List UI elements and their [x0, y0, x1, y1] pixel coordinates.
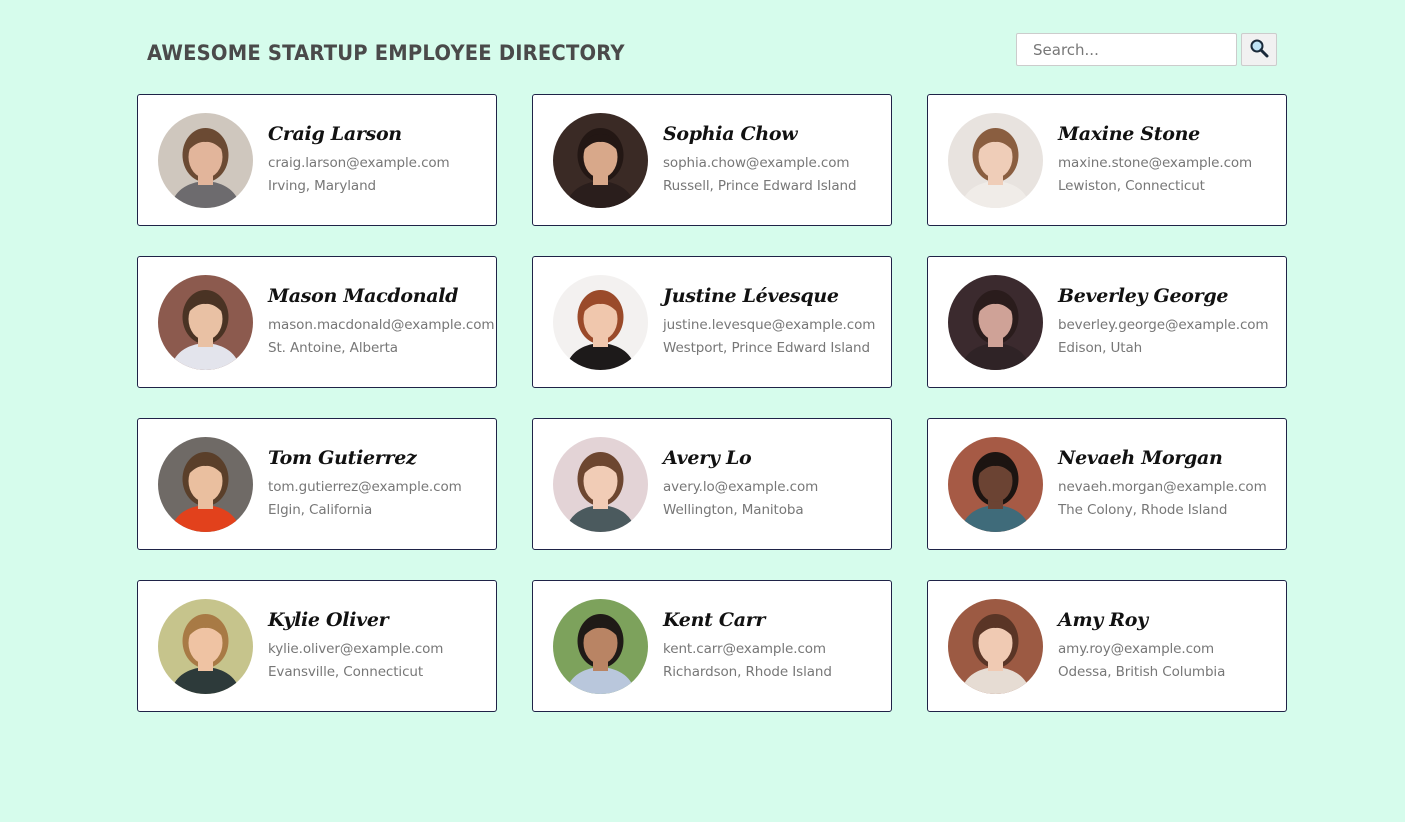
employee-email: beverley.george@example.com [1058, 316, 1269, 333]
employee-name: Avery Lo [663, 446, 752, 469]
employee-name: Beverley George [1058, 284, 1229, 307]
employee-name: Tom Gutierrez [268, 446, 417, 469]
employee-email: maxine.stone@example.com [1058, 154, 1253, 171]
employee-email: sophia.chow@example.com [663, 154, 850, 171]
employee-name: Craig Larson [268, 122, 402, 145]
employee-card[interactable]: Tom Gutierrez tom.gutierrez@example.com El… [137, 418, 497, 550]
employee-info: Nevaeh Morgan nevaeh.morgan@example.com Th… [1058, 447, 1267, 522]
magnifier-icon [1249, 38, 1269, 61]
employee-card[interactable]: Avery Lo avery.lo@example.com Wellington, … [532, 418, 892, 550]
employee-location: Wellington, Manitoba [663, 501, 804, 518]
employee-info: Maxine Stone maxine.stone@example.com Lewi… [1058, 123, 1252, 198]
employee-email: kent.carr@example.com [663, 640, 826, 657]
employee-location: Elgin, California [268, 501, 373, 518]
employee-card[interactable]: Kent Carr kent.carr@example.com Richardson… [532, 580, 892, 712]
employee-location: Evansville, Connecticut [268, 663, 424, 680]
employee-info: Sophia Chow sophia.chow@example.com Russel… [663, 122, 857, 198]
employee-photo [948, 436, 1043, 532]
employee-info: Beverley George beverley.george@example.c… [1058, 285, 1269, 360]
employee-card[interactable]: Beverley George beverley.george@example.c… [927, 256, 1287, 388]
employee-name: Kylie Oliver [268, 608, 389, 631]
search-form [1016, 33, 1277, 66]
employee-email: tom.gutierrez@example.com [268, 478, 462, 495]
search-button[interactable] [1241, 33, 1277, 66]
employee-card[interactable]: Amy Roy amy.roy@example.com Odessa, Britis… [927, 580, 1287, 712]
employee-name: Kent Carr [663, 608, 766, 631]
employee-card[interactable]: Nevaeh Morgan nevaeh.morgan@example.com Th… [927, 418, 1287, 550]
employee-info: Avery Lo avery.lo@example.com Wellington, … [663, 447, 818, 522]
employee-photo [948, 274, 1043, 370]
employee-info: Craig Larson craig.larson@example.com Irvi… [268, 123, 450, 198]
employee-name: Maxine Stone [1058, 122, 1200, 145]
employee-card[interactable]: Craig Larson craig.larson@example.com Irvi… [137, 94, 497, 226]
employee-info: Amy Roy amy.roy@example.com Odessa, Britis… [1058, 609, 1225, 684]
employee-name: Nevaeh Morgan [1058, 446, 1223, 469]
employee-info: Kent Carr kent.carr@example.com Richardson… [663, 609, 832, 684]
employee-name: Justine Lévesque [663, 284, 839, 307]
employee-name: Sophia Chow [663, 122, 798, 145]
employee-location: Edison, Utah [1058, 339, 1143, 356]
employee-location: Richardson, Rhode Island [663, 663, 832, 680]
employee-location: Westport, Prince Edward Island [663, 339, 870, 356]
employee-location: St. Antoine, Alberta [268, 339, 398, 356]
employee-location: Russell, Prince Edward Island [663, 177, 857, 194]
employee-photo [158, 436, 253, 532]
employee-location: The Colony, Rhode Island [1058, 501, 1228, 518]
employee-photo [158, 274, 253, 370]
employee-email: justine.levesque@example.com [663, 316, 876, 333]
employee-info: Kylie Oliver kylie.oliver@example.com Evan… [268, 609, 443, 684]
employee-photo [553, 112, 648, 208]
employee-info: Mason Macdonald mason.macdonald@example.c… [268, 284, 495, 360]
employee-email: avery.lo@example.com [663, 478, 819, 495]
employee-photo [158, 598, 253, 694]
employee-card[interactable]: Maxine Stone maxine.stone@example.com Lewi… [927, 94, 1287, 226]
employee-card[interactable]: Sophia Chow sophia.chow@example.com Russel… [532, 94, 892, 226]
employee-photo [553, 436, 648, 532]
employee-photo [948, 112, 1043, 208]
employee-location: Irving, Maryland [268, 177, 376, 194]
employee-card[interactable]: Mason Macdonald mason.macdonald@example.c… [137, 256, 497, 388]
page-title: AWESOME STARTUP EMPLOYEE DIRECTORY [147, 41, 625, 65]
employee-location: Odessa, British Columbia [1058, 663, 1226, 680]
employee-info: Justine Lévesque justine.levesque@example… [663, 285, 875, 360]
employee-photo [158, 112, 253, 208]
employee-name: Mason Macdonald [268, 284, 459, 307]
employee-card[interactable]: Kylie Oliver kylie.oliver@example.com Evan… [137, 580, 497, 712]
employee-info: Tom Gutierrez tom.gutierrez@example.com El… [268, 447, 462, 522]
employee-photo [553, 274, 648, 370]
employee-card[interactable]: Justine Lévesque justine.levesque@example… [532, 256, 892, 388]
employee-location: Lewiston, Connecticut [1058, 177, 1205, 194]
employee-email: nevaeh.morgan@example.com [1058, 478, 1267, 495]
employee-gallery: Craig Larson craig.larson@example.com Irvi… [137, 94, 1287, 712]
employee-email: amy.roy@example.com [1058, 640, 1215, 657]
employee-email: kylie.oliver@example.com [268, 640, 444, 657]
employee-name: Amy Roy [1058, 608, 1148, 631]
employee-photo [948, 598, 1043, 694]
employee-email: craig.larson@example.com [268, 154, 450, 171]
employee-email: mason.macdonald@example.com [268, 316, 495, 333]
search-input[interactable] [1016, 33, 1237, 66]
employee-photo [553, 598, 648, 694]
